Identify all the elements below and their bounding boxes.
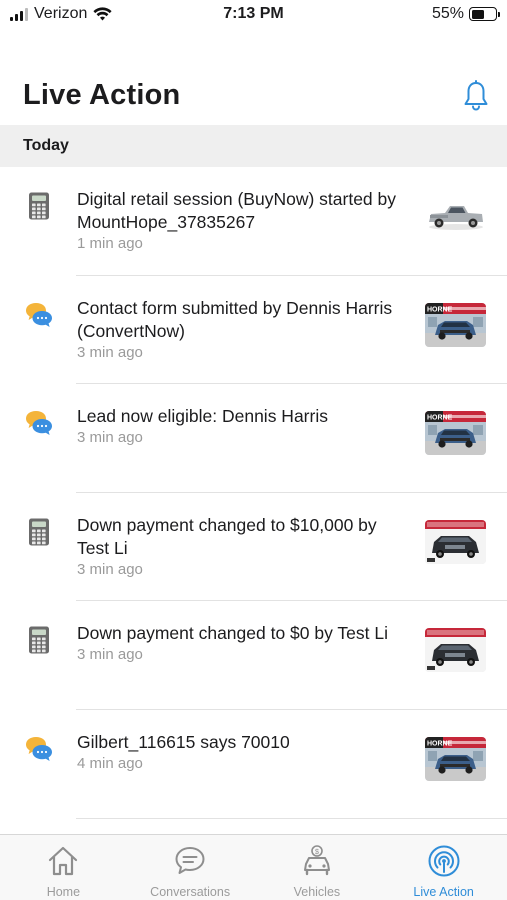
tab-vehicles[interactable]: $ Vehicles (254, 835, 381, 900)
chat-bubbles-icon (24, 734, 54, 764)
vehicle-thumbnail (425, 194, 486, 238)
feed-item-title: Digital retail session (BuyNow) started … (77, 189, 397, 232)
feed-item-time: 3 min ago (77, 646, 143, 664)
feed-item-time: 3 min ago (77, 343, 143, 361)
feed-item-time: 4 min ago (77, 754, 143, 772)
feed-item-text: Gilbert_116615 says 70010 4 min ago (77, 731, 407, 772)
page-title: Live Action (23, 79, 181, 111)
svg-text:$: $ (315, 849, 319, 856)
feed-item-title: Lead now eligible: Dennis Harris (77, 406, 328, 427)
calculator-icon (24, 191, 54, 221)
status-bar: Verizon 7:13 PM 55% (0, 0, 507, 30)
feed-item-title: Gilbert_116615 says 70010 (77, 731, 290, 752)
feed-item-text: Down payment changed to $0 by Test Li 3 m… (77, 622, 407, 663)
bell-icon[interactable] (463, 80, 489, 112)
feed-item[interactable]: Gilbert_116615 says 70010 4 min ago HORNE (0, 710, 507, 819)
tab-bar: Home Conversations $ Vehicles Live Actio… (0, 834, 507, 900)
feed-item-text: Lead now eligible: Dennis Harris 3 min ag… (77, 405, 407, 446)
vehicle-thumbnail (425, 628, 486, 673)
battery-group: 55% (431, 5, 500, 23)
vehicle-thumbnail: HORNE (425, 736, 486, 781)
feed-item-title: Contact form submitted by Dennis Harris … (77, 297, 393, 341)
feed-item-time: 3 min ago (77, 560, 143, 578)
vehicle-thumbnail: HORNE (425, 411, 486, 456)
calculator-icon (24, 517, 54, 547)
feed-item-time: 3 min ago (77, 429, 143, 447)
tab-home[interactable]: Home (0, 835, 127, 900)
feed-item[interactable]: Lead now eligible: Dennis Harris 3 min ag… (0, 384, 507, 493)
feed-item-title: Down payment changed to $10,000 by Test … (77, 514, 377, 558)
feed-item-title: Down payment changed to $0 by Test Li (77, 623, 388, 644)
chat-bubbles-icon (24, 300, 54, 330)
feed-item[interactable]: Trade submitted by Gilbert_116615 (Conve… (0, 819, 507, 835)
clock: 7:13 PM (223, 5, 284, 22)
tab-conversations-label: Conversations (150, 885, 231, 899)
section-header: Today (0, 125, 507, 167)
home-icon (49, 846, 78, 876)
vehicle-thumbnail (425, 519, 486, 564)
vehicle-thumbnail: HORNE (425, 302, 486, 347)
feed-item[interactable]: Contact form submitted by Dennis Harris … (0, 276, 507, 385)
feed-item[interactable]: Digital retail session (BuyNow) started … (0, 167, 507, 276)
feed-item-text: Contact form submitted by Dennis Harris … (77, 297, 407, 361)
feed-item[interactable]: Down payment changed to $0 by Test Li 3 m… (0, 601, 507, 710)
live-action-feed: Digital retail session (BuyNow) started … (0, 167, 507, 835)
section-label: Today (23, 137, 69, 154)
tab-conversations[interactable]: Conversations (127, 835, 254, 900)
battery-icon (469, 7, 500, 21)
page-header: Live Action (0, 70, 507, 124)
feed-item-text: Down payment changed to $10,000 by Test … (77, 514, 407, 578)
feed-item-time: 1 min ago (77, 235, 143, 252)
tab-live-action[interactable]: Live Action (380, 835, 507, 900)
chat-bubbles-icon (24, 408, 54, 438)
feed-item[interactable]: Down payment changed to $10,000 by Test … (0, 493, 507, 602)
tab-vehicles-label: Vehicles (293, 885, 341, 899)
calculator-icon (24, 625, 54, 655)
feed-item-text: Digital retail session (BuyNow) started … (77, 188, 407, 252)
tab-live-action-label: Live Action (413, 885, 474, 899)
tab-home-label: Home (46, 885, 81, 899)
battery-percent: 55% (431, 5, 464, 22)
chat-icon (175, 847, 205, 874)
vehicle-icon: $ (303, 845, 330, 876)
broadcast-icon (428, 845, 460, 877)
